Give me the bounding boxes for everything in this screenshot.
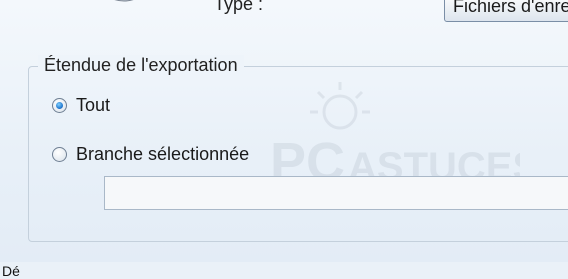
radio-selected-branch-button[interactable] bbox=[52, 147, 67, 162]
export-dialog: Type : Fichiers d'enregistrement (*.reg)… bbox=[0, 0, 568, 262]
radio-all-button[interactable] bbox=[52, 98, 67, 113]
folder-icon bbox=[114, 0, 134, 2]
file-type-row: Type : Fichiers d'enregistrement (*.reg) bbox=[0, 0, 568, 26]
file-type-select[interactable]: Fichiers d'enregistrement (*.reg) bbox=[444, 0, 568, 22]
file-type-label: Type : bbox=[214, 0, 264, 14]
export-range-title: Étendue de l'exportation bbox=[38, 55, 244, 76]
radio-all-label[interactable]: Tout bbox=[76, 95, 110, 116]
selected-branch-field[interactable] bbox=[104, 176, 568, 210]
radio-all[interactable]: Tout bbox=[52, 95, 110, 116]
footer-text: Dé bbox=[2, 263, 20, 279]
radio-selected-branch-label[interactable]: Branche sélectionnée bbox=[76, 144, 249, 165]
radio-selected-branch[interactable]: Branche sélectionnée bbox=[52, 144, 249, 165]
